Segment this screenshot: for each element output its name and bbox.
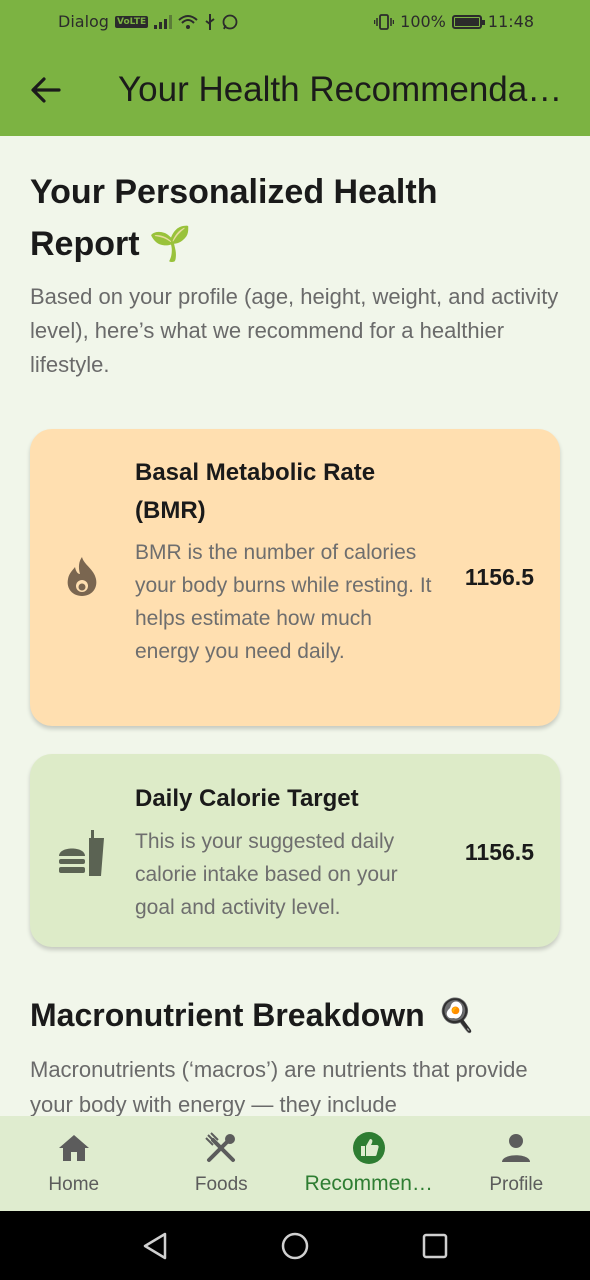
- main-content[interactable]: Your Personalized Health Report 🌱 Based …: [0, 136, 590, 1116]
- usb-icon: [204, 13, 216, 30]
- bottom-navigation: Home Foods Recommen… Profile: [0, 1116, 590, 1211]
- fire-icon: [62, 556, 102, 596]
- utensils-icon: [203, 1130, 239, 1166]
- arrow-left-icon: [31, 77, 61, 103]
- nav-label-foods: Foods: [194, 1174, 248, 1195]
- system-home-button[interactable]: [275, 1226, 315, 1266]
- frying-pan-emoji: 🍳: [436, 997, 477, 1033]
- signal-icon: [154, 14, 173, 29]
- nav-label-home: Home: [48, 1174, 100, 1195]
- nav-label-recommendations: Recommen…: [304, 1172, 433, 1195]
- status-right: 100% 11:48: [374, 12, 534, 31]
- system-navigation-bar: [0, 1211, 590, 1280]
- system-back-button[interactable]: [135, 1226, 175, 1266]
- fastfood-icon: [56, 828, 108, 880]
- calorie-target-value: 1156.5: [464, 839, 534, 865]
- bmr-title: Basal Metabolic Rate (BMR): [135, 459, 376, 524]
- nav-item-profile[interactable]: Profile: [443, 1116, 590, 1211]
- system-recents-button[interactable]: [415, 1226, 455, 1266]
- calorie-target-card: Daily Calorie Target This is your sugges…: [30, 754, 560, 947]
- volte-badge: VoLTE: [114, 15, 149, 28]
- macro-section-title: Macronutrient Breakdown 🍳: [30, 996, 477, 1034]
- battery-icon: [451, 14, 485, 29]
- status-left: Dialog VoLTE: [58, 12, 238, 31]
- thumbs-up-icon: [351, 1130, 387, 1166]
- bmr-description: BMR is the number of calories your body …: [135, 541, 432, 663]
- person-icon: [498, 1130, 534, 1166]
- bmr-value: 1156.5: [464, 564, 534, 590]
- nav-item-foods[interactable]: Foods: [148, 1116, 296, 1211]
- bmr-card: Basal Metabolic Rate (BMR) BMR is the nu…: [30, 429, 560, 726]
- nav-label-profile: Profile: [489, 1174, 544, 1195]
- home-icon: [56, 1130, 92, 1166]
- report-title: Your Personalized Health Report 🌱: [30, 173, 438, 263]
- circle-home-icon: [281, 1232, 309, 1259]
- macro-title-text: Macronutrient Breakdown: [30, 996, 425, 1033]
- page-title: Your Health Recommenda…: [118, 70, 563, 109]
- wifi-icon: [178, 14, 198, 30]
- triangle-back-icon: [143, 1232, 167, 1259]
- calorie-target-title: Daily Calorie Target: [135, 785, 359, 812]
- whatsapp-icon: [222, 14, 238, 30]
- square-recents-icon: [422, 1233, 448, 1258]
- clock: 11:48: [487, 12, 534, 31]
- report-intro: Based on your profile (age, height, weig…: [30, 284, 559, 377]
- calorie-target-description: This is your suggested daily calorie int…: [135, 830, 398, 919]
- carrier-name: Dialog: [58, 12, 109, 31]
- vibrate-icon: [374, 13, 395, 30]
- macro-description: Macronutrients (‘macros’) are nutrients …: [30, 1057, 528, 1116]
- status-bar: Dialog VoLTE 100% 11:48: [0, 0, 590, 44]
- nav-item-recommendations[interactable]: Recommen…: [295, 1116, 443, 1211]
- nav-item-home[interactable]: Home: [0, 1116, 148, 1211]
- back-button[interactable]: [16, 60, 76, 120]
- battery-percent: 100%: [400, 12, 446, 31]
- app-bar: Your Health Recommenda…: [0, 44, 590, 136]
